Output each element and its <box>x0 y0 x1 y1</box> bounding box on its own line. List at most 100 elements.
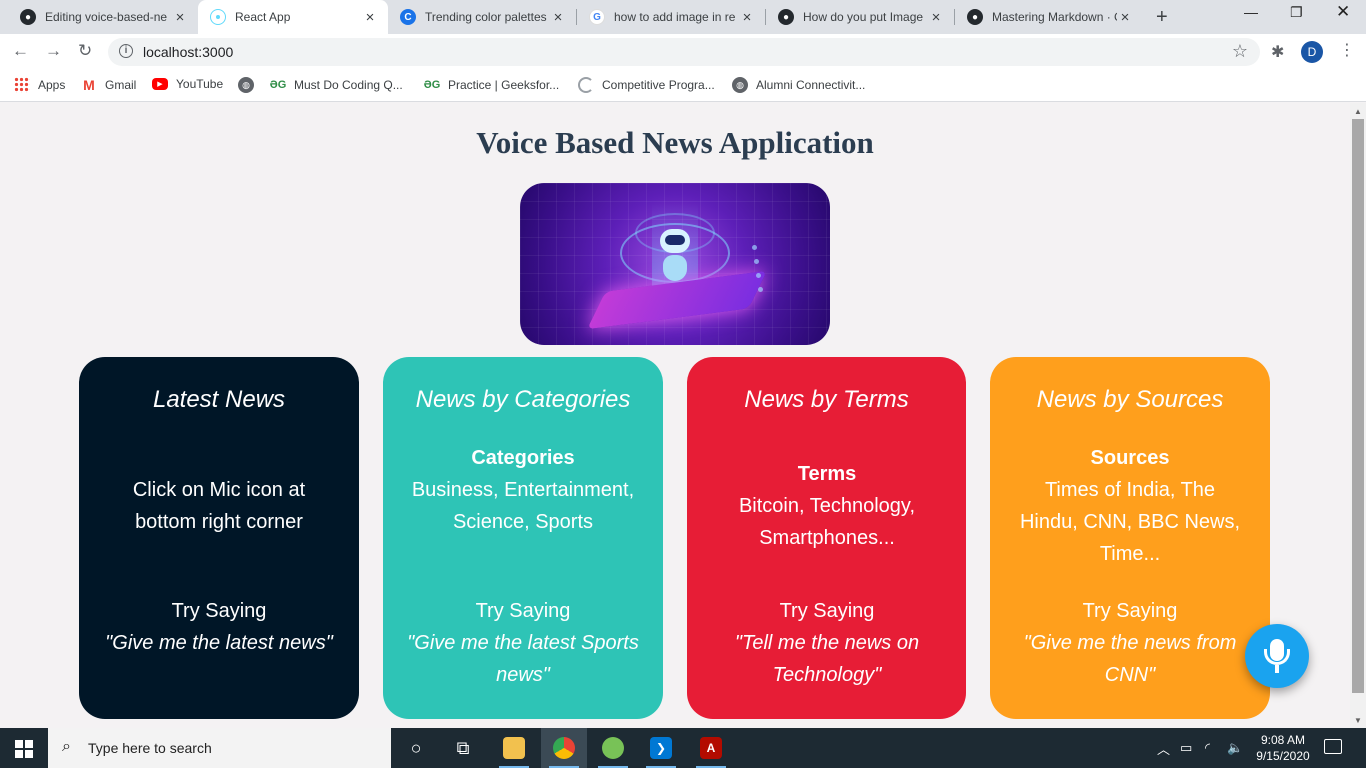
clock-time: 9:08 AM <box>1260 733 1306 747</box>
bookmark-alumni[interactable]: ◍ Alumni Connectivit... <box>732 77 865 93</box>
try-saying-quote: "Give me the latest news" <box>105 632 333 654</box>
hero-dot <box>756 273 761 278</box>
card-title: News by Categories <box>415 386 631 413</box>
bookmark-competitive-programming[interactable]: Competitive Progra... <box>578 77 715 93</box>
card-try-saying: Try Saying "Give me the latest Sports ne… <box>399 595 647 691</box>
address-url[interactable]: localhost:3000 <box>143 44 233 60</box>
bookmark-label: Gmail <box>105 78 137 92</box>
card-latest-news[interactable]: Latest News Click on Mic icon at bottom … <box>79 357 359 719</box>
close-icon[interactable]: × <box>172 9 188 26</box>
tray-battery[interactable]: ▭ <box>1180 728 1192 768</box>
close-icon[interactable]: × <box>739 9 755 26</box>
microphone-icon-stand <box>1275 665 1279 673</box>
menu-kebab-icon[interactable]: ⋮ <box>1339 40 1355 60</box>
taskbar-file-explorer[interactable] <box>491 728 537 768</box>
tab-mastering-markdown[interactable]: ● Mastering Markdown · G × <box>955 0 1143 34</box>
github-icon: ● <box>967 9 983 25</box>
bookmark-gmail[interactable]: M Gmail <box>81 77 136 93</box>
scroll-down-arrow-icon[interactable]: ▼ <box>1354 716 1362 725</box>
card-label: Terms <box>797 463 857 485</box>
card-body: Sources Times of India, The Hindu, CNN, … <box>1014 442 1246 570</box>
scrollbar-thumb[interactable] <box>1352 119 1364 693</box>
reload-icon[interactable]: ↻ <box>78 41 92 61</box>
info-icon[interactable]: i <box>119 44 133 58</box>
card-news-by-sources[interactable]: News by Sources Sources Times of India, … <box>990 357 1270 719</box>
robot-body <box>663 255 687 281</box>
tab-title: Editing voice-based-ne <box>45 10 168 24</box>
bookmark-practice-gfg[interactable]: ƏG Practice | Geeksfor... <box>424 77 559 93</box>
tab-google-search[interactable]: G how to add image in re × <box>577 0 765 34</box>
window-close-icon[interactable]: ✕ <box>1336 2 1350 22</box>
close-icon[interactable]: × <box>1117 9 1133 26</box>
tray-volume[interactable]: 🔈 <box>1227 728 1243 768</box>
bookmark-globe[interactable]: ◍ <box>238 77 262 93</box>
card-label: Sources <box>1090 447 1170 469</box>
card-news-by-terms[interactable]: News by Terms Terms Bitcoin, Technology,… <box>687 357 966 719</box>
hero-robot-image <box>520 183 830 345</box>
tray-show-hidden[interactable]: ︿ <box>1157 728 1170 768</box>
taskbar-android-studio[interactable] <box>590 728 636 768</box>
tab-title: Mastering Markdown · G <box>992 10 1117 24</box>
card-try-saying: Try Saying "Give me the news from CNN" <box>1006 595 1254 691</box>
profile-avatar[interactable]: D <box>1301 41 1323 63</box>
close-icon[interactable]: × <box>550 9 566 26</box>
card-body: Terms Bitcoin, Technology, Smartphones..… <box>711 458 943 554</box>
back-icon[interactable]: ← <box>12 41 29 61</box>
close-icon[interactable]: × <box>928 9 944 26</box>
forward-icon[interactable]: → <box>45 41 62 61</box>
gfg-icon: ƏG <box>423 79 441 91</box>
card-list: Bitcoin, Technology, Smartphones... <box>738 495 916 549</box>
try-saying-label: Try Saying <box>779 600 875 622</box>
scroll-up-arrow-icon[interactable]: ▲ <box>1354 107 1362 116</box>
restore-icon[interactable]: ❐ <box>1290 4 1303 21</box>
globe-icon: ◍ <box>732 77 748 93</box>
taskbar-acrobat[interactable]: A <box>688 728 734 768</box>
cortana-button[interactable]: ○ <box>393 728 439 768</box>
tab-title: How do you put Image <box>803 10 924 24</box>
gfg-icon: ƏG <box>269 79 287 91</box>
taskbar-vscode[interactable]: ❯ <box>638 728 684 768</box>
android-studio-icon <box>602 737 624 759</box>
volume-icon: 🔈 <box>1227 740 1244 755</box>
tab-title: how to add image in re <box>614 10 736 24</box>
mic-button[interactable] <box>1245 624 1309 688</box>
tray-wifi[interactable]: ◜ <box>1205 728 1210 768</box>
react-icon <box>210 9 226 25</box>
vscode-icon: ❯ <box>650 737 672 759</box>
tab-react-app[interactable]: React App × <box>198 0 388 34</box>
tab-color-palettes[interactable]: C Trending color palettes × <box>388 0 576 34</box>
bookmark-must-do-coding[interactable]: ƏG Must Do Coding Q... <box>270 77 403 93</box>
address-bar[interactable]: i localhost:3000 ☆ <box>108 38 1260 66</box>
bookmark-star-icon[interactable]: ☆ <box>1232 41 1248 62</box>
bookmark-youtube[interactable]: ▶ YouTube <box>152 77 223 91</box>
bookmark-label: Must Do Coding Q... <box>294 78 403 92</box>
minimize-icon[interactable]: — <box>1244 4 1258 20</box>
taskbar-search-box[interactable]: ⌕ Type here to search <box>48 728 391 768</box>
card-news-by-categories[interactable]: News by Categories Categories Business, … <box>383 357 663 719</box>
card-label: Categories <box>471 447 575 469</box>
action-center-icon[interactable] <box>1324 739 1342 754</box>
bookmark-label: Practice | Geeksfor... <box>448 78 560 92</box>
bookmark-apps[interactable]: Apps <box>14 77 65 93</box>
taskbar-chrome[interactable] <box>541 728 587 768</box>
card-title: Latest News <box>152 386 286 413</box>
tab-put-image[interactable]: ● How do you put Image × <box>766 0 954 34</box>
hero-dot <box>758 287 763 292</box>
chevron-up-icon: ︿ <box>1157 741 1171 757</box>
windows-start-icon[interactable] <box>15 740 33 758</box>
card-title: News by Sources <box>1036 386 1224 413</box>
page-title: Voice Based News Application <box>476 125 874 160</box>
bookmark-label: Competitive Progra... <box>602 78 715 92</box>
page-scrollbar[interactable]: ▲ ▼ <box>1350 103 1366 728</box>
tab-editing-voice[interactable]: ● Editing voice-based-ne × <box>8 0 198 34</box>
bookmark-label: Alumni Connectivit... <box>756 78 866 92</box>
extensions-puzzle-icon[interactable]: ✱ <box>1271 42 1284 62</box>
browser-toolbar: ← → ↻ i localhost:3000 ☆ ✱ D ⋮ <box>0 34 1366 70</box>
new-tab-icon[interactable]: + <box>1156 6 1168 29</box>
taskbar-clock[interactable]: 9:08 AM 9/15/2020 <box>1248 732 1318 764</box>
card-try-saying: Try Saying "Tell me the news on Technolo… <box>703 595 951 691</box>
close-icon[interactable]: × <box>362 9 378 26</box>
task-view-button[interactable]: ⧉ <box>440 728 486 768</box>
search-icon: ⌕ <box>62 738 71 755</box>
task-view-icon: ⧉ <box>456 737 470 758</box>
